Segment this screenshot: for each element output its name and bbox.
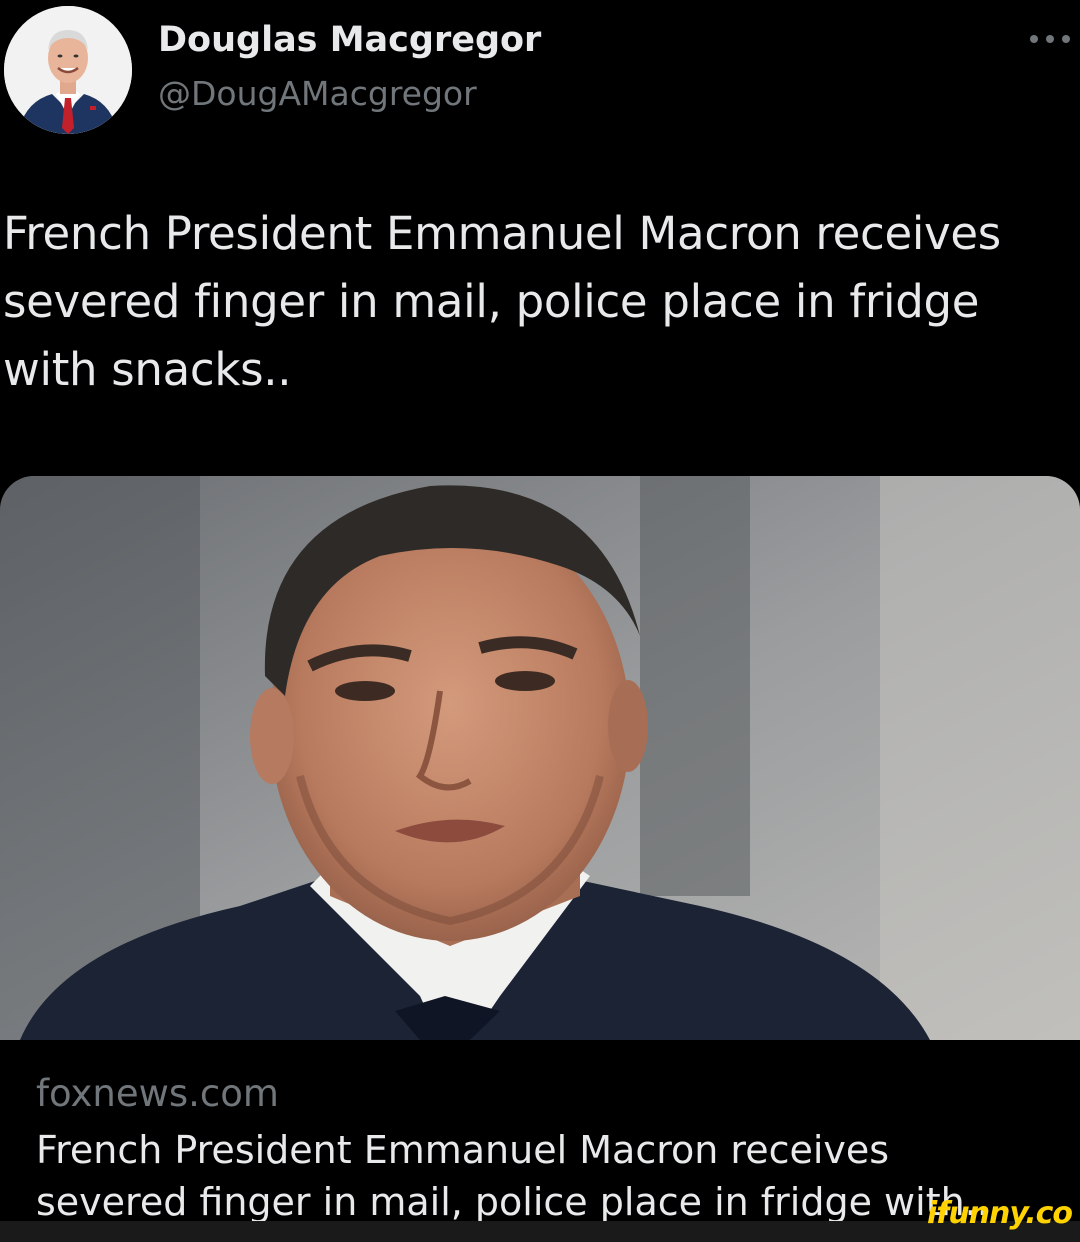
more-dot xyxy=(1046,35,1054,43)
more-dot xyxy=(1062,35,1070,43)
author-avatar[interactable] xyxy=(4,6,132,134)
link-card-title[interactable]: French President Emmanuel Macron receive… xyxy=(36,1124,1046,1228)
link-card-domain: foxnews.com xyxy=(36,1072,279,1115)
tweet-container: Douglas Macgregor @DougAMacgregor French… xyxy=(0,0,1080,1242)
tweet-text: French President Emmanuel Macron receive… xyxy=(3,207,1001,396)
author-handle[interactable]: @DougAMacgregor xyxy=(158,74,477,113)
watermark-bar xyxy=(0,1221,1080,1242)
link-card[interactable]: foxnews.com French President Emmanuel Ma… xyxy=(0,476,1080,1242)
news-photo-image xyxy=(0,476,1080,1040)
link-card-image[interactable] xyxy=(0,476,1080,1040)
ifunny-watermark: ifunny.co xyxy=(927,1196,1073,1231)
avatar-photo-icon xyxy=(4,6,132,134)
more-options-icon[interactable] xyxy=(1030,24,1070,54)
author-display-name[interactable]: Douglas Macgregor xyxy=(158,20,541,60)
more-dot xyxy=(1030,35,1038,43)
link-card-footer: foxnews.com French President Emmanuel Ma… xyxy=(0,1040,1080,1242)
